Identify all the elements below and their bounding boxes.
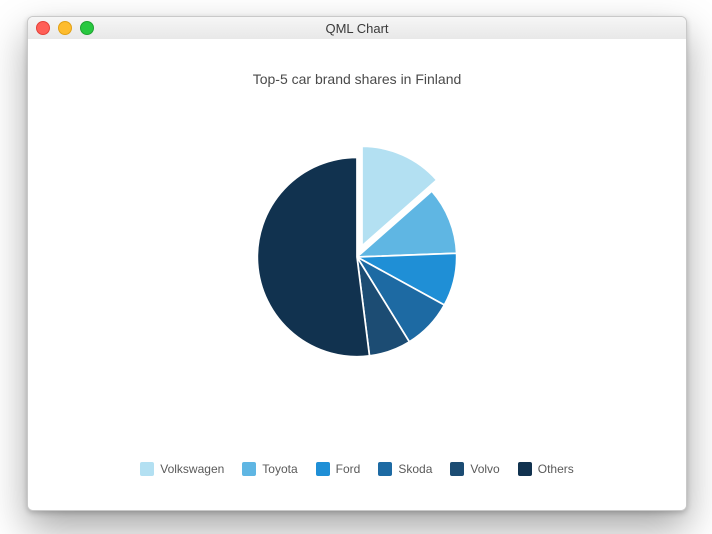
legend-label: Others xyxy=(538,462,574,476)
legend-item-ford[interactable]: Ford xyxy=(316,462,361,476)
legend-swatch xyxy=(378,462,392,476)
pie-svg xyxy=(227,127,487,387)
window-content: Top-5 car brand shares in Finland Volksw… xyxy=(28,39,686,510)
legend-swatch xyxy=(242,462,256,476)
legend: Volkswagen Toyota Ford Skoda Volvo Others xyxy=(28,462,686,476)
legend-label: Volvo xyxy=(470,462,499,476)
pie-slice-others[interactable] xyxy=(257,157,369,356)
close-icon[interactable] xyxy=(36,21,50,35)
titlebar: QML Chart xyxy=(28,17,686,40)
minimize-icon[interactable] xyxy=(58,21,72,35)
legend-label: Volkswagen xyxy=(160,462,224,476)
window-controls xyxy=(36,21,94,35)
legend-item-toyota[interactable]: Toyota xyxy=(242,462,297,476)
window-title: QML Chart xyxy=(325,21,388,36)
legend-swatch xyxy=(316,462,330,476)
legend-swatch xyxy=(518,462,532,476)
zoom-icon[interactable] xyxy=(80,21,94,35)
chart-title: Top-5 car brand shares in Finland xyxy=(28,71,686,87)
legend-item-volkswagen[interactable]: Volkswagen xyxy=(140,462,224,476)
legend-item-volvo[interactable]: Volvo xyxy=(450,462,499,476)
legend-label: Skoda xyxy=(398,462,432,476)
app-window: QML Chart Top-5 car brand shares in Finl… xyxy=(27,16,687,511)
legend-swatch xyxy=(450,462,464,476)
legend-label: Toyota xyxy=(262,462,297,476)
legend-label: Ford xyxy=(336,462,361,476)
pie-chart xyxy=(28,127,686,387)
legend-item-skoda[interactable]: Skoda xyxy=(378,462,432,476)
legend-item-others[interactable]: Others xyxy=(518,462,574,476)
legend-swatch xyxy=(140,462,154,476)
